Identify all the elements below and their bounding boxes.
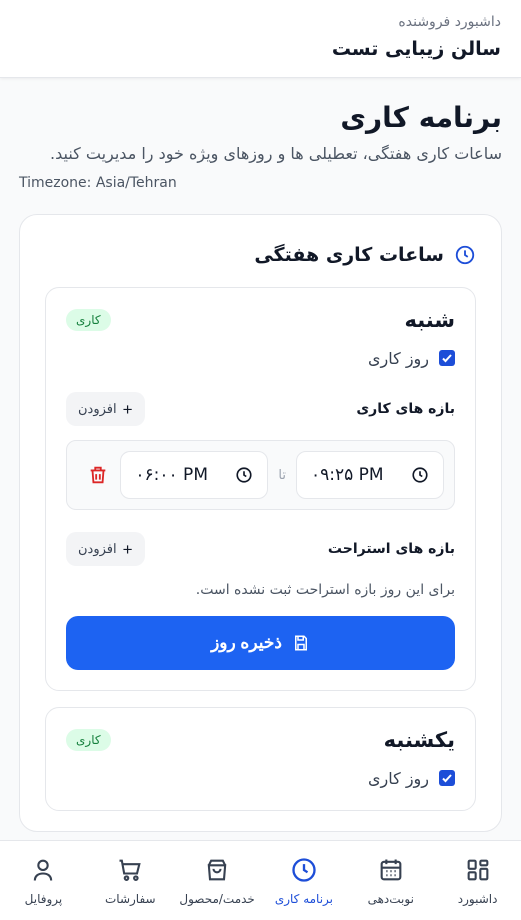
timezone-label: Timezone: Asia/Tehran [19, 175, 177, 191]
plus-icon: + [122, 539, 133, 559]
nav-item-schedule[interactable]: برنامه کاری [261, 841, 348, 920]
card-title: ساعات کاری هفتگی [254, 244, 444, 266]
clock-icon[interactable] [235, 466, 253, 484]
nav-label: برنامه کاری [274, 891, 334, 906]
plus-icon: + [122, 399, 133, 419]
breaks-section-header: بازه های استراحت + افزودن [66, 532, 455, 566]
breaks-label: بازه های استراحت [327, 541, 455, 557]
clock-icon [292, 857, 316, 882]
nav-item-profile[interactable]: پروفایل [0, 841, 87, 920]
status-badge: کاری [66, 309, 111, 331]
nav-label: داشبورد [457, 891, 498, 906]
save-day-button[interactable]: ذخیره روز [66, 616, 455, 670]
day-name: شنبه [404, 308, 455, 332]
add-break-label: افزودن [78, 541, 117, 556]
working-day-label: روز کاری [367, 348, 429, 368]
check-icon [442, 774, 452, 783]
interval-end-value: ۰۶:۰۰ PM [135, 465, 208, 485]
interval-start-value: ۰۹:۲۵ PM [311, 465, 384, 485]
user-icon [34, 859, 53, 881]
bottom-navigation: داشبورد نوبت‌دهی برنامه کاری خدمت/محصول … [0, 840, 521, 920]
add-interval-label: افزودن [78, 401, 117, 416]
interval-start-input[interactable]: ۰۹:۲۵ PM [296, 451, 444, 499]
card-header: ساعات کاری هفتگی [45, 237, 476, 273]
nav-label: نوبت‌دهی [367, 891, 414, 906]
working-day-label: روز کاری [367, 768, 429, 788]
page-description: ساعات کاری هفتگی، تعطیلی ها و روزهای ویژ… [50, 144, 502, 163]
nav-item-services[interactable]: خدمت/محصول [174, 841, 261, 920]
nav-item-appointments[interactable]: نوبت‌دهی [347, 841, 434, 920]
intervals-section-header: بازه های کاری + افزودن [66, 392, 455, 426]
save-icon [294, 635, 307, 651]
day-card-sunday: یکشنبه کاری روز کاری [45, 707, 476, 811]
add-break-button[interactable]: + افزودن [66, 532, 145, 566]
day-card-saturday: شنبه کاری روز کاری بازه های کاری + افزود… [45, 287, 476, 691]
breaks-empty-message: برای این روز بازه استراحت ثبت نشده است. [195, 582, 455, 598]
clock-icon[interactable] [411, 466, 429, 484]
status-badge: کاری [66, 729, 111, 751]
working-day-toggle[interactable]: روز کاری [66, 766, 455, 790]
header-subtitle: داشبورد فروشنده [398, 14, 501, 30]
calendar-icon [380, 859, 402, 880]
nav-item-orders[interactable]: سفارشات [87, 841, 174, 920]
working-day-checkbox[interactable] [439, 770, 455, 786]
working-day-checkbox[interactable] [439, 350, 455, 366]
nav-item-dashboard[interactable]: داشبورد [434, 841, 521, 920]
nav-label: سفارشات [104, 891, 156, 906]
weekly-hours-card: ساعات کاری هفتگی شنبه کاری روز کاری بازه… [19, 214, 502, 832]
cart-icon [119, 859, 141, 881]
page-title: برنامه کاری [340, 101, 502, 134]
check-icon [442, 354, 452, 363]
day-name: یکشنبه [383, 728, 455, 752]
working-day-toggle[interactable]: روز کاری [66, 346, 455, 370]
grid-icon [467, 859, 488, 880]
intervals-label: بازه های کاری [356, 401, 455, 417]
interval-end-input[interactable]: ۰۶:۰۰ PM [120, 451, 269, 499]
trash-icon[interactable] [87, 464, 109, 486]
bag-icon [207, 859, 227, 880]
clock-icon [455, 245, 475, 265]
interval-row: ۰۹:۲۵ PM تا ۰۶:۰۰ PM [66, 440, 455, 510]
add-interval-button[interactable]: + افزودن [66, 392, 145, 426]
app-header: داشبورد فروشنده سالن زیبایی تست [0, 0, 521, 78]
nav-label: خدمت/محصول [179, 891, 255, 906]
to-separator: تا [278, 467, 286, 483]
main-content: برنامه کاری ساعات کاری هفتگی، تعطیلی ها … [0, 78, 521, 840]
header-title: سالن زیبایی تست [331, 38, 501, 60]
nav-label: پروفایل [24, 891, 63, 906]
save-day-label: ذخیره روز [211, 633, 282, 652]
